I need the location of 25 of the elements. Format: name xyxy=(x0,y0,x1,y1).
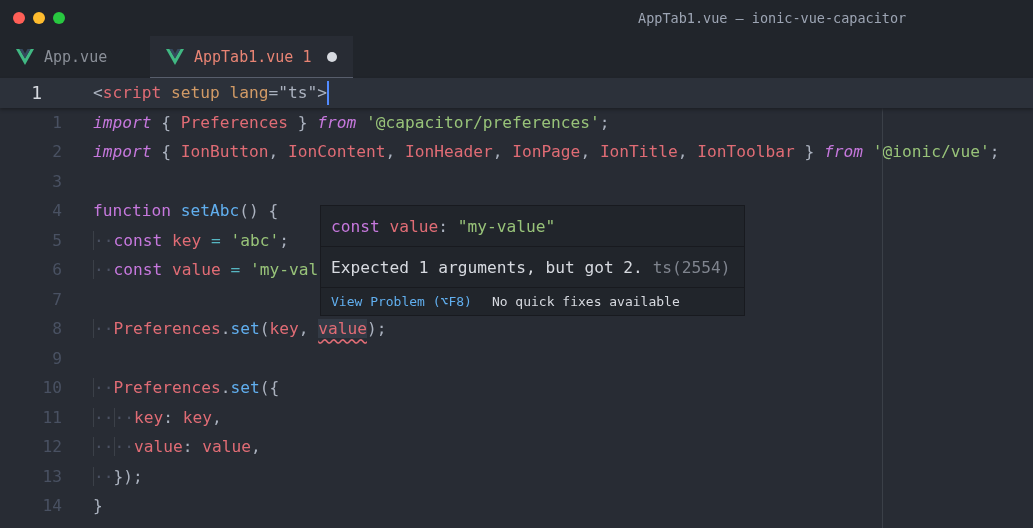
minimize-button[interactable] xyxy=(33,12,45,24)
code-line: } xyxy=(93,496,103,516)
code-line: ··Preferences.set({ xyxy=(93,378,280,398)
code-line: ··const value = 'my-val xyxy=(93,260,319,280)
code-line: ··Preferences.set(key, value); xyxy=(93,319,387,339)
text-cursor xyxy=(326,80,329,105)
vue-logo-icon xyxy=(166,48,184,65)
close-button[interactable] xyxy=(13,12,25,24)
type-signature: const value: "my-value" xyxy=(331,216,556,236)
error-message: Expected 1 arguments, but got 2. ts(2554) xyxy=(331,257,731,277)
code-line: import { Preferences } from '@capacitor/preferences'; xyxy=(93,112,610,132)
code-line: ··}); xyxy=(93,466,143,486)
file-tab[interactable]: AppTab1.vue 1 xyxy=(150,36,354,78)
code-line: ····key: key, xyxy=(93,407,222,427)
code-line: <script setup lang="ts"> xyxy=(93,83,327,103)
zoom-button[interactable] xyxy=(53,12,65,24)
vue-logo-icon xyxy=(16,49,34,65)
line-number: 1 xyxy=(30,82,42,104)
code-line: import { IonButton, IonContent, IonHeader, IonPage, IonTitle, IonToolbar } from '@ionic/vue'; xyxy=(93,142,1000,162)
code-line: ····value: value, xyxy=(93,437,261,457)
view-problem-link[interactable]: View Problem (⌥F8) xyxy=(331,294,472,309)
code-line: ··const key = 'abc'; xyxy=(93,230,289,250)
code-line: function setAbc() { xyxy=(93,201,279,221)
quick-fix-note: No quick fixes available xyxy=(491,294,680,309)
window-title: AppTab1.vue — ionic-vue-capacitor xyxy=(638,10,907,26)
